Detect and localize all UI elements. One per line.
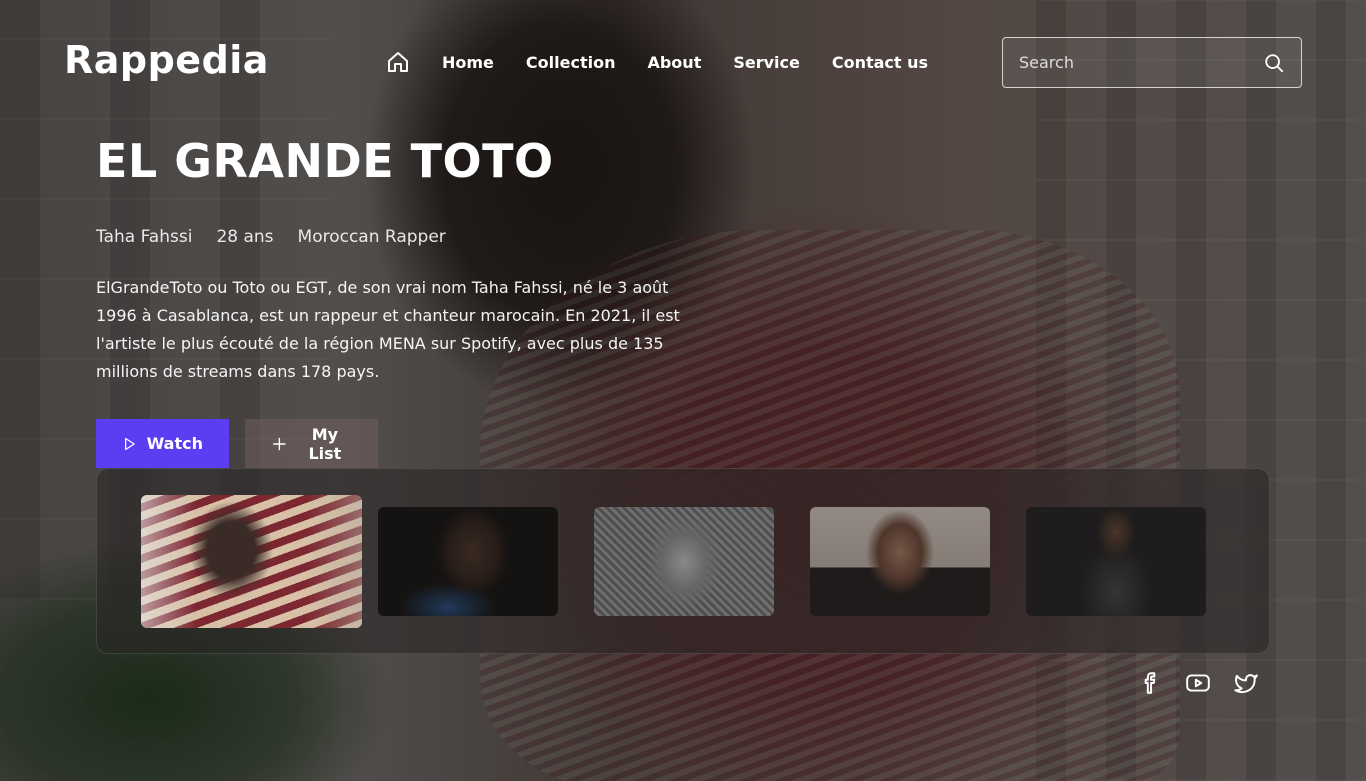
artist-role: Moroccan Rapper	[297, 227, 446, 247]
search-icon[interactable]	[1263, 52, 1285, 74]
play-icon	[125, 437, 135, 450]
carousel-thumb[interactable]	[378, 507, 558, 616]
search-input[interactable]	[1019, 53, 1263, 72]
artist-real-name: Taha Fahssi	[96, 227, 193, 247]
nav-collection[interactable]: Collection	[526, 53, 616, 72]
nav-contact-us[interactable]: Contact us	[832, 53, 928, 72]
carousel-thumb-active[interactable]	[141, 495, 362, 628]
search-box	[1002, 37, 1302, 88]
site-logo[interactable]: Rappedia	[64, 38, 269, 82]
carousel-thumb[interactable]	[594, 507, 774, 616]
main-nav: Home Collection About Service Contact us	[386, 50, 960, 74]
plus-icon	[273, 437, 286, 450]
my-list-button[interactable]: My List	[245, 419, 378, 468]
watch-label: Watch	[146, 434, 203, 453]
hero-actions: Watch My List	[96, 419, 378, 468]
artist-title: EL GRANDE TOTO	[96, 134, 554, 188]
artist-carousel	[96, 468, 1270, 654]
nav-about[interactable]: About	[647, 53, 701, 72]
twitter-icon[interactable]	[1232, 669, 1260, 697]
nav-home[interactable]: Home	[442, 53, 494, 72]
my-list-label: My List	[308, 424, 342, 463]
youtube-icon[interactable]	[1184, 669, 1212, 697]
home-icon[interactable]	[386, 50, 410, 74]
artist-meta: Taha Fahssi 28 ans Moroccan Rapper	[96, 227, 446, 247]
carousel-thumb[interactable]	[810, 507, 990, 616]
watch-button[interactable]: Watch	[96, 419, 229, 468]
facebook-icon[interactable]	[1136, 669, 1164, 697]
nav-service[interactable]: Service	[733, 53, 800, 72]
artist-description: ElGrandeToto ou Toto ou EGT, de son vrai…	[96, 278, 680, 381]
social-links	[1136, 669, 1260, 697]
artist-age: 28 ans	[216, 227, 274, 247]
carousel-thumb[interactable]	[1026, 507, 1206, 616]
